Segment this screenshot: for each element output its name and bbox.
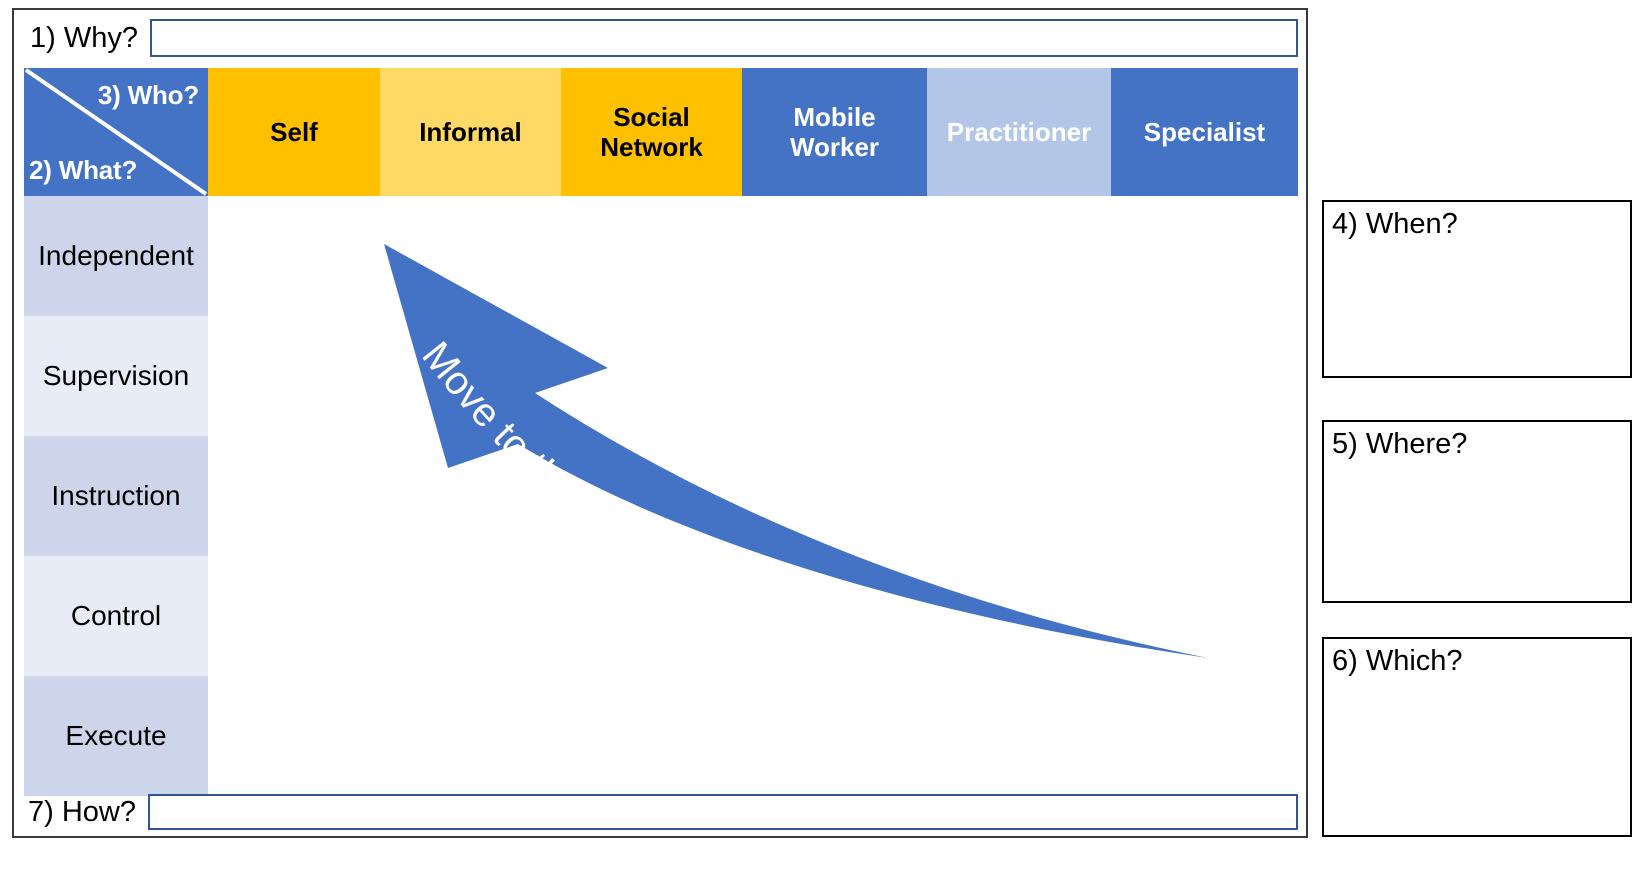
row-header-control[interactable]: Control (24, 556, 208, 676)
row-header-independent-label: Independent (38, 240, 194, 271)
why-row: 1) Why? (14, 10, 1306, 66)
why-label: 1) Why? (30, 21, 138, 54)
what-axis-label: 2) What? (29, 155, 138, 185)
which-box[interactable]: 6) Which? (1322, 637, 1632, 837)
row-header-supervision[interactable]: Supervision (24, 316, 208, 436)
row-header-column: Independent Supervision Instruction Cont… (24, 196, 208, 796)
which-box-label: 6) Which? (1332, 645, 1463, 677)
where-box[interactable]: 5) Where? (1322, 420, 1632, 603)
row-header-instruction[interactable]: Instruction (24, 436, 208, 556)
matrix-plot-area[interactable]: Move to the upper left (208, 196, 1298, 790)
when-box[interactable]: 4) When? (1322, 200, 1632, 378)
column-header-informal[interactable]: Informal (380, 68, 561, 196)
mobile-worker-line1: Mobile (793, 101, 876, 132)
column-header-social-network[interactable]: Social Network (561, 68, 742, 196)
how-label: 7) How? (28, 795, 136, 828)
why-input[interactable] (149, 19, 1298, 57)
main-framework-panel: 1) Why? 3) Who? 2) What? Self Informal S… (12, 8, 1308, 838)
row-header-control-label: Control (70, 600, 162, 631)
column-header-mobile-worker[interactable]: Mobile Worker (742, 68, 927, 196)
mobile-worker-line2: Worker (789, 132, 880, 162)
row-header-supervision-label: Supervision (42, 360, 190, 391)
who-axis-label: 3) Who? (97, 80, 199, 110)
matrix-header-row: 3) Who? 2) What? Self Informal Social Ne… (24, 68, 1298, 196)
how-row: 7) How? (14, 788, 1306, 836)
column-header-mobile-worker-label: Mobile Worker (790, 102, 879, 162)
move-upper-left-arrow-icon: Move to the upper left (384, 244, 1208, 658)
column-header-social-network-label: Social Network (600, 102, 703, 162)
matrix-corner-cell: 3) Who? 2) What? (24, 68, 208, 196)
how-input[interactable] (148, 794, 1298, 830)
column-header-specialist[interactable]: Specialist (1111, 68, 1298, 196)
matrix: 3) Who? 2) What? Self Informal Social Ne… (24, 68, 1298, 796)
row-header-instruction-label: Instruction (51, 480, 181, 511)
matrix-body: Independent Supervision Instruction Cont… (24, 196, 1298, 796)
social-network-line1: Social (613, 101, 690, 132)
column-header-self[interactable]: Self (208, 68, 380, 196)
where-box-label: 5) Where? (1332, 428, 1468, 460)
column-header-specialist-label: Specialist (1143, 116, 1266, 147)
column-header-practitioner[interactable]: Practitioner (927, 68, 1111, 196)
when-box-label: 4) When? (1332, 208, 1458, 240)
column-header-informal-label: Informal (419, 116, 522, 147)
social-network-line2: Network (600, 132, 703, 162)
column-header-self-label: Self (270, 116, 318, 147)
row-header-independent[interactable]: Independent (24, 196, 208, 316)
row-header-execute-label: Execute (65, 720, 167, 751)
column-header-practitioner-label: Practitioner (946, 116, 1092, 147)
row-header-execute[interactable]: Execute (24, 676, 208, 796)
